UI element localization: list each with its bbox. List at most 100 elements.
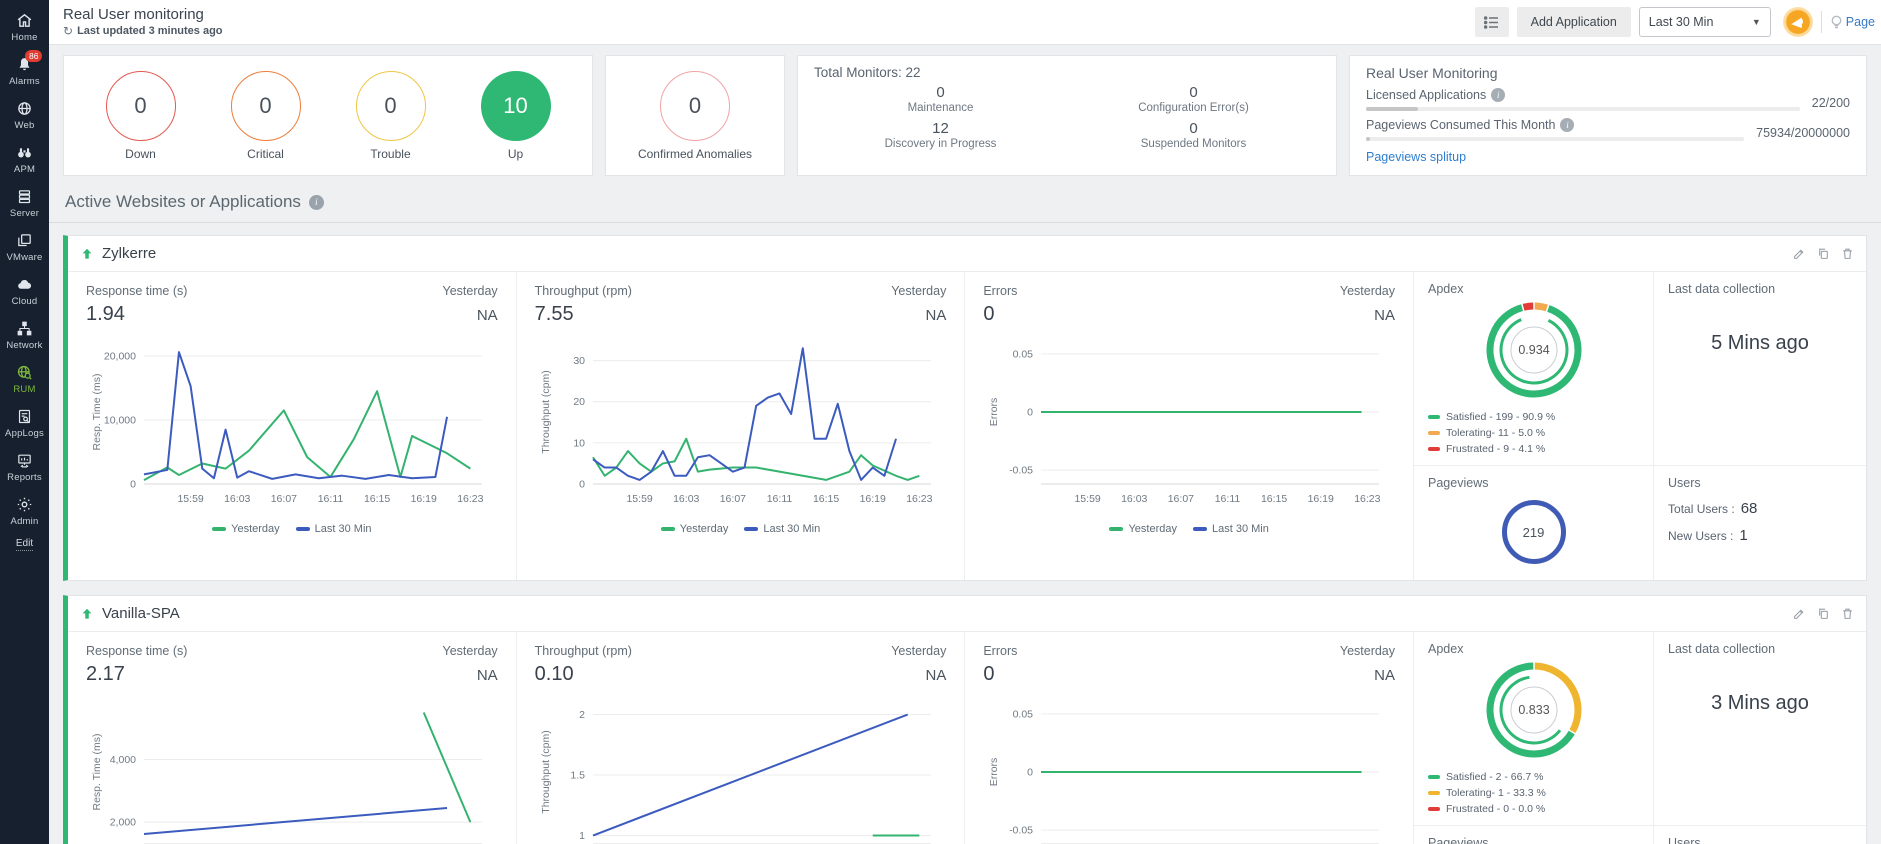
page-tips-link[interactable]: Page [1830,15,1875,30]
svg-text:Errors: Errors [988,758,1000,787]
sidebar-item-label: Admin [10,516,39,527]
promo-icon[interactable] [1782,7,1813,37]
sidebar-item-web[interactable]: Web [0,94,49,138]
sidebar-edit-link[interactable]: Edit [15,538,34,551]
pageviews-consumed-value: 75934/20000000 [1756,126,1850,140]
svg-text:0: 0 [579,479,585,491]
list-view-button[interactable] [1474,7,1509,37]
legend-label: Tolerating- 1 - 33.3 % [1446,787,1546,799]
sidebar-item-server[interactable]: Server [0,182,49,226]
pageviews-title: Pageviews [1428,476,1489,490]
time-range-select[interactable]: Last 30 Min ▼ [1638,7,1771,37]
sidebar-item-cloud[interactable]: Cloud [0,270,49,314]
legend-swatch [660,527,675,531]
sidebar-item-vmware[interactable]: VMware [0,226,49,270]
down-count: 0 [105,70,176,141]
legend-label: Yesterday [231,523,280,535]
metric-title: Throughput (rpm) [534,644,632,658]
legend-label: Last 30 Min [763,523,821,535]
svg-text:16:07: 16:07 [1168,493,1194,505]
sidebar-item-home[interactable]: Home [0,6,49,50]
svg-text:-0.05: -0.05 [1009,465,1033,477]
app-side-panel: Apdex 0.934 Satisfied - 199 - 90.9 % Tole… [1414,272,1867,580]
svg-text:2: 2 [579,709,585,721]
status-anomalies[interactable]: 0 Confirmed Anomalies [638,70,752,161]
legend-swatch [1428,807,1441,811]
stat-label: Suspended Monitors [1140,138,1247,150]
app-name-link[interactable]: Zylkerre [102,245,156,262]
alarm-count-badge: 86 [25,50,43,63]
sidebar-item-label: Network [6,340,43,351]
response-time-chart: 0 10,000 20,000 15:59 16:03 16:07 16:11 16:15 16… [86,328,498,539]
copy-icon[interactable] [1817,247,1830,260]
monitor-stat: 0 Configuration Error(s) [1067,84,1320,114]
legend-item: Yesterday [1109,523,1177,535]
add-application-button[interactable]: Add Application [1516,7,1631,37]
last-data-title: Last data collection [1668,282,1776,296]
sidebar-item-admin[interactable]: Admin [0,490,49,534]
svg-text:16:11: 16:11 [318,493,344,505]
app-name-link[interactable]: Vanilla-SPA [102,605,180,622]
svg-text:15:59: 15:59 [1075,493,1101,505]
compare-label: Yesterday [442,284,498,298]
apdex-cell: Apdex 0.934 Satisfied - 199 - 90.9 % Tole… [1414,272,1655,466]
info-icon[interactable]: i [1560,118,1575,132]
svg-text:16:19: 16:19 [859,493,885,505]
copy-icon[interactable] [1817,607,1830,620]
legend-swatch [1193,527,1207,531]
info-icon[interactable]: i [1491,88,1506,102]
sidebar-item-label: Web [14,120,35,131]
line-chart: 2,0004,00015:5916:0316:0716:1116:1516:19… [91,712,482,844]
app-card-vanilla-spa: Vanilla-SPA Response time (s) Yesterday 2… [63,595,1867,844]
apdex-legend-item: Satisfied - 2 - 66.7 % [1428,771,1639,783]
svg-text:16:19: 16:19 [1308,493,1334,505]
anomalies-count: 0 [660,70,730,141]
sidebar-item-applogs[interactable]: AppLogs [0,402,49,446]
edit-pencil-icon[interactable] [1793,247,1806,260]
legend-item: Last 30 Min [295,523,372,535]
stat-value: 0 [936,84,945,101]
svg-text:0: 0 [1028,407,1034,419]
sidebar-item-rum[interactable]: RUM [0,358,49,402]
refresh-icon[interactable]: ↻ [63,24,73,38]
metric-value: 7.55 [534,303,574,325]
status-down[interactable]: 0 Down [105,70,176,161]
pageviews-consumed-progress [1366,137,1745,141]
apdex-cell: Apdex 0.833 Satisfied - 2 - 66.7 % Tolera… [1414,632,1655,826]
delete-trash-icon[interactable] [1841,247,1854,260]
info-icon[interactable]: i [308,194,324,210]
sidebar-item-network[interactable]: Network [0,314,49,358]
chart-legend: Yesterday Last 30 Min [86,523,498,539]
sidebar-item-alarms[interactable]: 86 Alarms [0,50,49,94]
svg-text:0.934: 0.934 [1518,343,1549,357]
sidebar-item-reports[interactable]: Reports [0,446,49,490]
line-chart: 11.5215:5916:0316:0716:1116:1516:1916:23… [540,709,931,844]
sidebar-item-apm[interactable]: APM [0,138,49,182]
apdex-gauge: 0.833 [1482,658,1586,767]
edit-pencil-icon[interactable] [1793,607,1806,620]
stat-label: Maintenance [907,102,974,114]
status-up[interactable]: 10 Up [480,70,551,161]
pageviews-splitup-link[interactable]: Pageviews splitup [1366,150,1466,164]
svg-text:Throughput (cpm): Throughput (cpm) [540,730,552,813]
legend-swatch [295,527,310,531]
monitor-stat: 12 Discovery in Progress [814,120,1067,150]
svg-text:10: 10 [573,437,585,449]
last-data-cell: Last data collection 3 Mins ago [1654,632,1867,826]
legend-label: Tolerating- 11 - 5.0 % [1446,427,1546,439]
chart-legend: Yesterday Last 30 Min [983,523,1395,539]
legend-item: Yesterday [212,523,280,535]
errors-chart: -0.05 0 0.05 15:59 16:03 16:07 16:11 16:15 16:19… [983,328,1395,539]
monitor-stat: 0 Suspended Monitors [1067,120,1320,150]
apdex-legend-item: Satisfied - 199 - 90.9 % [1428,411,1639,423]
delete-trash-icon[interactable] [1841,607,1854,620]
svg-text:2,000: 2,000 [110,817,136,829]
status-critical[interactable]: 0 Critical [230,70,301,161]
sidebar-item-label: Alarms [9,76,40,87]
last-data-value: 5 Mins ago [1711,332,1809,354]
last-data-value: 3 Mins ago [1711,692,1809,714]
metric-throughput: Throughput (rpm)Yesterday 0.10NA 11.5215… [517,632,966,844]
status-trouble[interactable]: 0 Trouble [355,70,426,161]
card-actions [1793,607,1854,620]
anomalies-card: 0 Confirmed Anomalies [605,55,785,176]
